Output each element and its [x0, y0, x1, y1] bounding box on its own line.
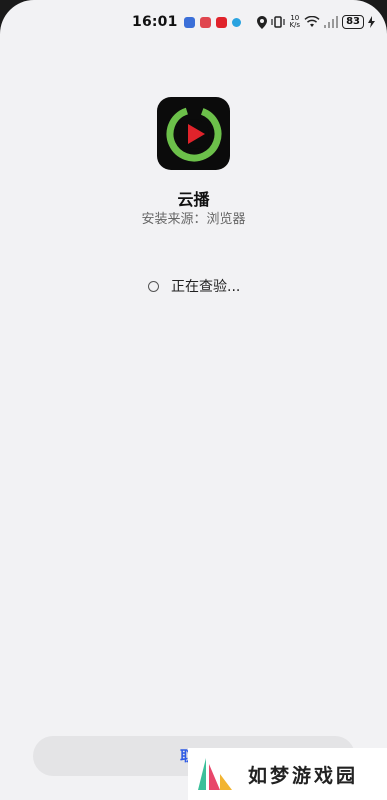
network-speed: 10 K/s [289, 15, 300, 29]
location-icon [257, 15, 268, 29]
install-source-label: 安装来源： [141, 212, 207, 227]
install-source-value: 浏览器 [206, 212, 246, 227]
install-screen: 16:01 10 K/s 83 云播 安装来源：浏览器 正在查验... 如梦游戏… [0, 0, 387, 800]
watermark: 如梦游戏园 [188, 748, 387, 800]
verification-status: 正在查验... [148, 276, 240, 296]
play-ring-icon [166, 106, 221, 161]
vibrate-icon [271, 16, 286, 28]
notification-icon [183, 16, 195, 28]
watermark-text: 如梦游戏园 [248, 764, 359, 787]
network-speed-unit: K/s [289, 21, 301, 29]
status-time: 16:01 [132, 14, 178, 30]
install-source: 安装来源：浏览器 [0, 208, 387, 227]
loading-spinner-icon [148, 280, 159, 292]
status-bar: 16:01 10 K/s 83 [0, 0, 387, 44]
app-icon [157, 97, 230, 170]
notification-icon [215, 16, 227, 28]
sail-logo-icon [198, 758, 232, 790]
verification-text: 正在查验... [171, 279, 241, 295]
notification-icon [199, 16, 211, 28]
app-name: 云播 [177, 190, 210, 209]
wifi-icon [304, 16, 320, 27]
notification-icon [231, 17, 241, 27]
battery-indicator: 83 [342, 15, 364, 29]
signal-icon [324, 16, 339, 28]
charging-icon [368, 16, 375, 28]
